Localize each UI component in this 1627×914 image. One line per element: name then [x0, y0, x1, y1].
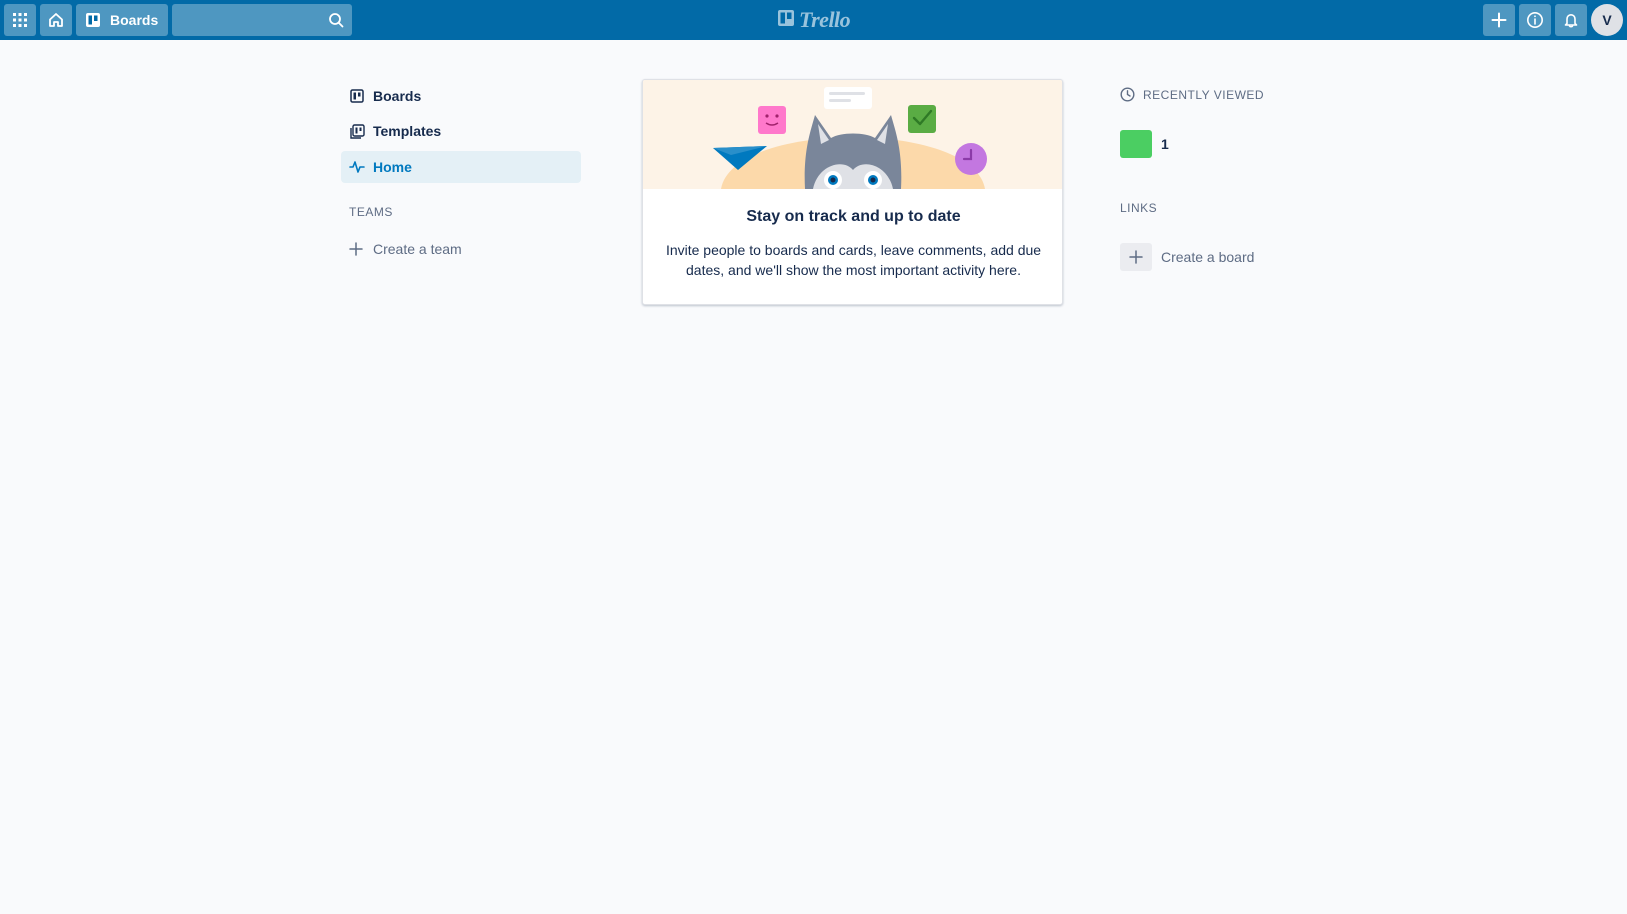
templates-icon: [349, 123, 365, 139]
activity-illustration: [643, 80, 1062, 189]
clock-icon: [1120, 87, 1135, 102]
sidebar-item-label: Home: [373, 159, 412, 175]
board-thumbnail: [1120, 130, 1152, 158]
husky-illustration: [713, 87, 987, 189]
board-icon: [349, 88, 365, 104]
activity-icon: [349, 159, 365, 175]
recently-viewed-heading: RECENTLY VIEWED: [1120, 87, 1264, 102]
sidebar-item-boards[interactable]: Boards: [341, 80, 581, 112]
create-board-button[interactable]: Create a board: [1120, 243, 1254, 271]
plus-icon: [1491, 12, 1507, 28]
apps-switcher-button[interactable]: [4, 4, 36, 36]
card-description: Invite people to boards and cards, leave…: [665, 242, 1042, 278]
recently-viewed-label: RECENTLY VIEWED: [1143, 87, 1265, 102]
top-header-bar: Boards Trello V: [0, 0, 1627, 40]
links-heading: LINKS: [1120, 201, 1158, 215]
plus-icon: [349, 242, 365, 256]
information-button[interactable]: [1519, 4, 1551, 36]
trello-logo-text: Trello: [799, 7, 851, 32]
apps-grid-icon: [12, 12, 28, 28]
notifications-button[interactable]: [1555, 4, 1587, 36]
boards-menu-label: Boards: [110, 12, 159, 28]
search-input[interactable]: [172, 4, 352, 36]
activity-empty-state-card: Stay on track and up to date Invite peop…: [642, 79, 1063, 305]
plus-icon: [1120, 243, 1152, 271]
bell-icon: [1563, 12, 1579, 28]
trello-logo[interactable]: Trello: [777, 7, 851, 32]
sidebar-item-label: Templates: [373, 123, 442, 139]
create-button[interactable]: [1483, 4, 1515, 36]
home-icon: [47, 11, 65, 29]
recent-board-item[interactable]: 1: [1120, 130, 1169, 158]
home-button[interactable]: [40, 4, 72, 36]
create-team-button[interactable]: Create a team: [349, 241, 462, 257]
search-field[interactable]: [172, 4, 352, 36]
search-icon[interactable]: [328, 12, 344, 33]
boards-menu-button[interactable]: Boards: [76, 4, 168, 36]
info-icon: [1526, 11, 1544, 29]
create-board-label: Create a board: [1161, 249, 1255, 265]
create-team-label: Create a team: [373, 241, 462, 257]
sidebar-item-templates[interactable]: Templates: [341, 115, 581, 147]
card-title: Stay on track and up to date: [746, 208, 961, 225]
teams-heading: TEAMS: [349, 205, 393, 219]
recent-board-name: 1: [1161, 136, 1169, 152]
trello-logo-icon: [777, 9, 795, 32]
sidebar-item-label: Boards: [373, 88, 422, 104]
sidebar-item-home[interactable]: Home: [341, 151, 581, 183]
member-avatar[interactable]: V: [1591, 4, 1623, 36]
board-icon: [85, 12, 101, 28]
